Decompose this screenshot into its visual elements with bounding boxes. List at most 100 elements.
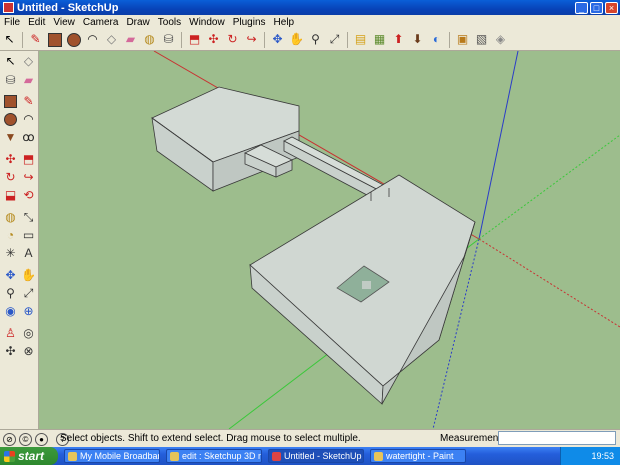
- geo-location-icon[interactable]: ⊘: [3, 432, 16, 446]
- taskbar-item-paint[interactable]: watertight - Paint: [370, 449, 466, 463]
- measurements-input[interactable]: [498, 431, 616, 445]
- make-component-icon[interactable]: ◇: [103, 31, 120, 48]
- move-icon[interactable]: ✣: [2, 151, 19, 168]
- component-icon[interactable]: ◈: [492, 31, 509, 48]
- scale-icon[interactable]: ⬓: [2, 187, 19, 204]
- credits-icon[interactable]: ©: [19, 432, 32, 446]
- zoom-icon[interactable]: ⚲: [307, 31, 324, 48]
- paint-icon: [374, 451, 383, 461]
- push-pull-icon[interactable]: ⬒: [20, 151, 37, 168]
- select-arrow-icon[interactable]: ↖: [2, 53, 19, 70]
- pan-hand-icon[interactable]: ✋: [288, 31, 305, 48]
- model-canvas[interactable]: [39, 51, 620, 429]
- menu-tools[interactable]: Tools: [154, 17, 185, 28]
- clock[interactable]: 19:53: [591, 451, 614, 461]
- zoom-extents-icon[interactable]: ⊕: [20, 303, 37, 320]
- drawing-viewport[interactable]: [39, 51, 620, 429]
- arc-icon[interactable]: ◠: [84, 31, 101, 48]
- user-icon[interactable]: ●: [35, 432, 48, 446]
- taskbar-item-broadband[interactable]: My Mobile Broadband...: [64, 449, 160, 463]
- orbit-icon[interactable]: ✥: [2, 267, 19, 284]
- green-axis-back: [478, 134, 620, 240]
- menu-window[interactable]: Window: [185, 17, 229, 28]
- previous-view-icon[interactable]: ◉: [2, 303, 19, 320]
- text-tool-icon[interactable]: ▭: [20, 227, 37, 244]
- follow-me-icon[interactable]: ↪: [243, 31, 260, 48]
- freehand-icon[interactable]: ꝏ: [20, 129, 37, 146]
- main-toolbar: ↖ ✎ ◠ ◇ ▰ ◍ ⛁ ⬒ ✣ ↻ ↪ ✥ ✋ ⚲ ⤢ ▤ ▦ ⬆ ⬇ ◐ …: [0, 29, 620, 51]
- tape-measure-icon[interactable]: ◍: [141, 31, 158, 48]
- select-arrow-icon[interactable]: ↖: [1, 31, 18, 48]
- menu-camera[interactable]: Camera: [79, 17, 123, 28]
- toolbar-separator: [264, 31, 265, 48]
- sketchup-icon: [272, 451, 281, 461]
- google-earth-icon[interactable]: ◐: [428, 31, 445, 48]
- rectangle-icon[interactable]: [2, 93, 19, 110]
- rotate-icon[interactable]: ↻: [2, 169, 19, 186]
- paint-bucket-icon[interactable]: ⛁: [2, 72, 19, 89]
- circle-icon[interactable]: [2, 111, 19, 128]
- zoom-icon[interactable]: ⚲: [2, 285, 19, 302]
- warehouse-share-icon[interactable]: ▧: [473, 31, 490, 48]
- arc-icon[interactable]: ◠: [20, 111, 37, 128]
- circle-icon[interactable]: [65, 31, 82, 48]
- window-title: Untitled - SketchUp: [17, 1, 119, 14]
- section-plane-icon[interactable]: ⊗: [20, 343, 37, 360]
- look-around-icon[interactable]: ◎: [20, 325, 37, 342]
- taskbar-item-browser[interactable]: edit : Sketchup 3D m...: [166, 449, 262, 463]
- orbit-icon[interactable]: ✥: [269, 31, 286, 48]
- rectangle-icon[interactable]: [46, 31, 63, 48]
- share-model-icon[interactable]: ▦: [371, 31, 388, 48]
- follow-me-icon[interactable]: ↪: [20, 169, 37, 186]
- tape-measure-icon[interactable]: ◍: [2, 209, 19, 226]
- warehouse-get-icon[interactable]: ▣: [454, 31, 471, 48]
- left-tool-palette: ↖ ◇ ⛁ ▰ ✎ ◠ ▼ ꝏ ✣ ⬒ ↻ ↪ ⬓ ⟲ ◍ ⤡ ◔ ▭ ✳ A …: [0, 51, 39, 429]
- windows-logo-icon: [4, 450, 15, 462]
- 3d-text-icon[interactable]: A: [20, 245, 37, 262]
- large-platform[interactable]: [249, 174, 476, 405]
- menu-edit[interactable]: Edit: [24, 17, 49, 28]
- push-pull-icon[interactable]: ⬒: [186, 31, 203, 48]
- dimension-icon[interactable]: ⤡: [20, 209, 37, 226]
- move-icon[interactable]: ✣: [205, 31, 222, 48]
- status-hint: Select objects. Shift to extend select. …: [60, 433, 361, 444]
- polygon-icon[interactable]: ▼: [2, 129, 19, 146]
- position-camera-icon[interactable]: ♙: [2, 325, 19, 342]
- pan-hand-icon[interactable]: ✋: [20, 267, 37, 284]
- red-axis-back: [478, 238, 620, 328]
- maximize-button[interactable]: □: [590, 1, 603, 14]
- place-in-earth-icon[interactable]: ⬆: [390, 31, 407, 48]
- system-tray: 19:53: [560, 447, 620, 465]
- get-location-icon[interactable]: ⬇: [409, 31, 426, 48]
- protractor-icon[interactable]: ◔: [2, 227, 19, 244]
- menu-view[interactable]: View: [49, 17, 79, 28]
- zoom-extents-icon[interactable]: ⤢: [326, 31, 343, 48]
- menu-draw[interactable]: Draw: [122, 17, 153, 28]
- pencil-icon[interactable]: ✎: [27, 31, 44, 48]
- offset-icon[interactable]: ⟲: [20, 187, 37, 204]
- zoom-window-icon[interactable]: ⤢: [20, 285, 37, 302]
- sketchup-app-icon[interactable]: [3, 2, 14, 13]
- menu-file[interactable]: File: [0, 17, 24, 28]
- start-button[interactable]: start: [0, 447, 58, 465]
- close-button[interactable]: ×: [605, 1, 618, 14]
- menu-help[interactable]: Help: [270, 17, 299, 28]
- paint-bucket-icon[interactable]: ⛁: [160, 31, 177, 48]
- eraser-icon[interactable]: ▰: [122, 31, 139, 48]
- pencil-icon[interactable]: ✎: [20, 93, 37, 110]
- menu-plugins[interactable]: Plugins: [229, 17, 270, 28]
- toolbar-separator: [449, 31, 450, 48]
- make-component-icon[interactable]: ◇: [20, 53, 37, 70]
- axes-icon[interactable]: ✳: [2, 245, 19, 262]
- rotate-icon[interactable]: ↻: [224, 31, 241, 48]
- measurements-label: Measurements: [440, 433, 507, 444]
- taskbar-item-sketchup[interactable]: Untitled - SketchUp: [268, 449, 364, 463]
- get-models-icon[interactable]: ▤: [352, 31, 369, 48]
- minimize-button[interactable]: _: [575, 1, 588, 14]
- toolbar-separator: [347, 31, 348, 48]
- walk-icon[interactable]: ✣: [2, 343, 19, 360]
- toolbar-separator: [181, 31, 182, 48]
- eraser-icon[interactable]: ▰: [20, 72, 37, 89]
- menu-bar: File Edit View Camera Draw Tools Window …: [0, 15, 620, 29]
- status-bar: ⊘ © ● ? Select objects. Shift to extend …: [0, 429, 620, 448]
